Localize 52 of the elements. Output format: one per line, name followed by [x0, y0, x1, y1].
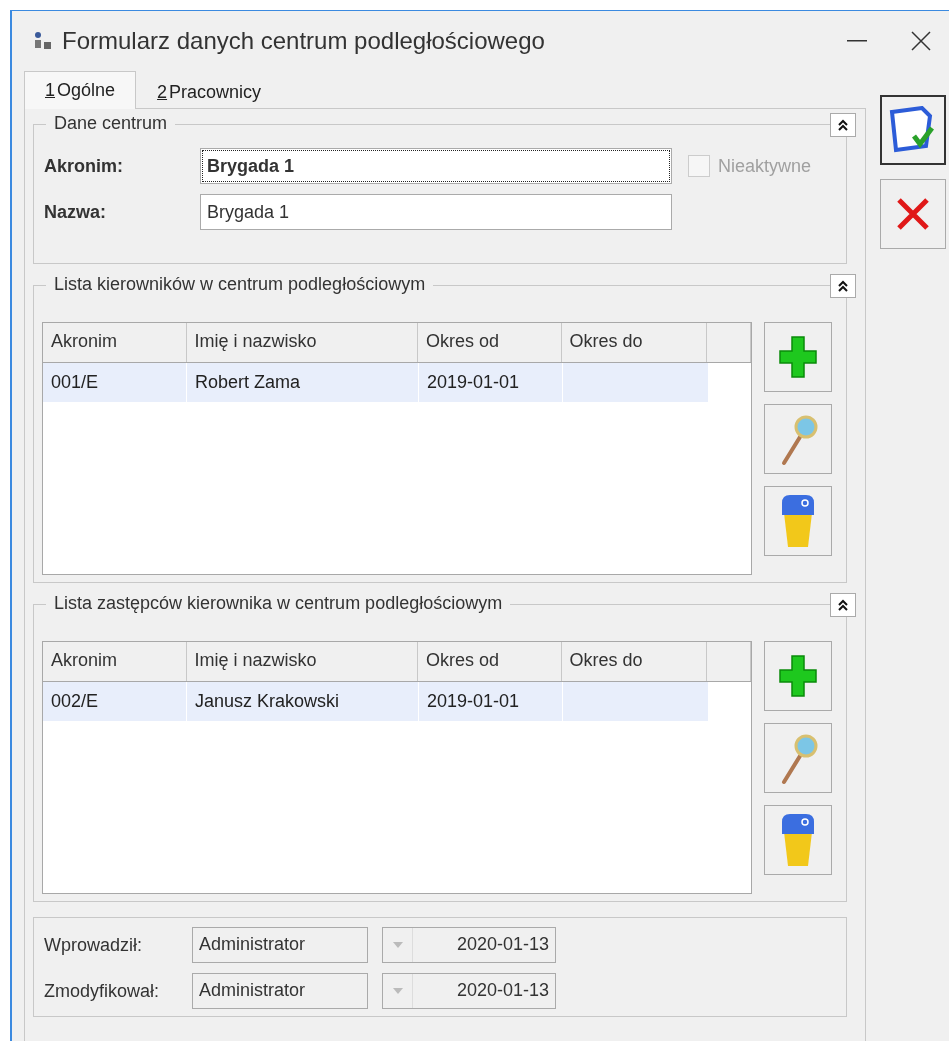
column-header[interactable]: Akronim: [43, 642, 187, 681]
table-cell: 2019-01-01: [419, 682, 563, 721]
cancel-button[interactable]: [880, 179, 946, 249]
plus-icon: [778, 654, 818, 698]
column-header[interactable]: Imię i nazwisko: [186, 323, 418, 362]
table-cell: Robert Zama: [187, 363, 419, 402]
collapse-button[interactable]: [830, 593, 856, 617]
column-header[interactable]: Okres do: [561, 323, 708, 362]
table-cell: 002/E: [43, 682, 187, 721]
dropdown-arrow-icon: [392, 988, 403, 994]
dropdown-arrow-icon: [392, 942, 403, 948]
double-chevron-up-icon: [837, 599, 849, 611]
cross-icon: [895, 196, 931, 232]
delete-button[interactable]: [764, 805, 832, 875]
group-title: Lista kierowników w centrum podległościowym: [46, 274, 434, 295]
column-header[interactable]: Akronim: [43, 323, 187, 362]
column-header[interactable]: Okres od: [417, 642, 562, 681]
text-field[interactable]: Brygada 1: [200, 148, 672, 184]
field-label: Zmodyfikował:: [44, 980, 161, 1002]
field-label: Wprowadził:: [44, 934, 144, 956]
app-icon: [32, 30, 54, 52]
column-header[interactable]: Okres do: [561, 642, 708, 681]
checkbox-label: Nieaktywne: [718, 155, 812, 177]
tab[interactable]: 1 Ogólne: [24, 71, 137, 109]
add-button[interactable]: [764, 322, 832, 392]
tab[interactable]: 2 Pracownicy: [136, 75, 283, 109]
field-label: Nazwa:: [43, 201, 107, 223]
date-field: 2020-01-13: [382, 973, 556, 1009]
table-cell: 001/E: [43, 363, 187, 402]
table-cell: 2019-01-01: [419, 363, 563, 402]
column-header[interactable]: Imię i nazwisko: [186, 642, 418, 681]
date-field: 2020-01-13: [382, 927, 556, 963]
plus-icon: [778, 335, 818, 379]
text-field[interactable]: Brygada 1: [200, 194, 672, 230]
close-icon: [911, 31, 931, 51]
collapse-button[interactable]: [830, 113, 856, 137]
column-header[interactable]: Okres od: [417, 323, 562, 362]
view-button[interactable]: [764, 404, 832, 474]
group-title: Lista zastępców kierownika w centrum podległościowym: [46, 593, 511, 614]
minimize-icon: [847, 40, 867, 42]
save-button[interactable]: [880, 95, 946, 165]
user-field: Administrator: [192, 973, 368, 1009]
delete-button[interactable]: [764, 486, 832, 556]
add-button[interactable]: [764, 641, 832, 711]
view-button[interactable]: [764, 723, 832, 793]
window-title: Formularz danych centrum podległościowego: [62, 27, 546, 55]
double-chevron-up-icon: [837, 119, 849, 131]
double-chevron-up-icon: [837, 280, 849, 292]
table-cell: Janusz Krakowski: [187, 682, 419, 721]
user-field: Administrator: [192, 927, 368, 963]
collapse-button[interactable]: [830, 274, 856, 298]
field-label: Akronim:: [43, 155, 124, 177]
